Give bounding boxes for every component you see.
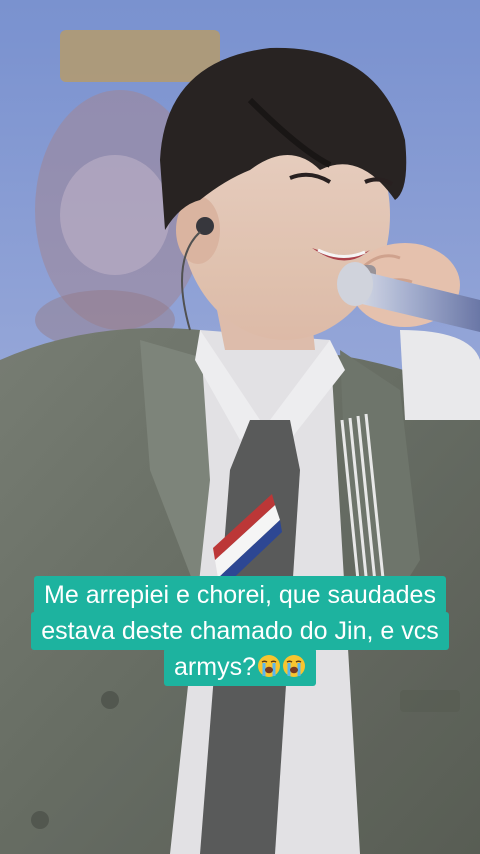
concert-photo xyxy=(0,0,480,854)
caption-overlay: Me arrepiei e chorei, que saudades estav… xyxy=(0,576,480,686)
caption-line-1: Me arrepiei e chorei, que saudades xyxy=(34,576,446,614)
caption-line-3-text: armys? xyxy=(174,653,256,681)
caption-row-3: armys? xyxy=(0,648,480,686)
video-frame: Me arrepiei e chorei, que saudades estav… xyxy=(0,0,480,854)
caption-line-2: estava deste chamado do Jin, e vcs xyxy=(31,612,449,650)
caption-line-3: armys? xyxy=(164,648,316,686)
loudly-crying-face-emoji-icon xyxy=(257,655,280,677)
loudly-crying-face-emoji-icon xyxy=(282,655,305,677)
caption-row-1: Me arrepiei e chorei, que saudades xyxy=(0,576,480,614)
caption-row-2: estava deste chamado do Jin, e vcs xyxy=(0,612,480,650)
